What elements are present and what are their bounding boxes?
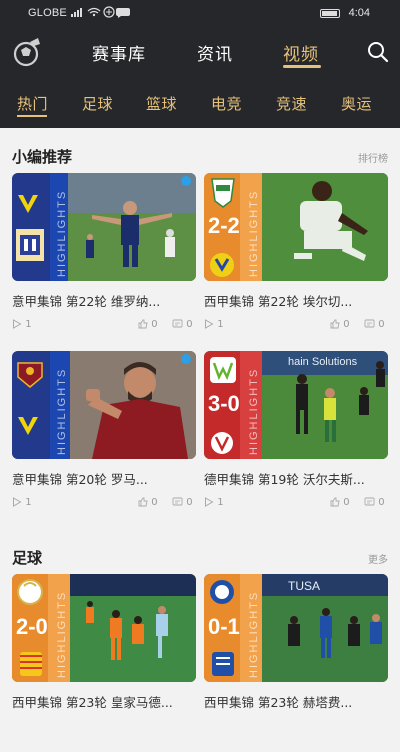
status-bar: GLOBE 4:04 xyxy=(0,0,400,26)
tab-news[interactable]: 资讯 xyxy=(197,40,233,65)
video-card[interactable]: 0-1 HIGHLIGHTS TUSA 西甲集锦 第23轮 赫塔费... xyxy=(204,574,388,752)
ranking-link[interactable]: 排行榜 xyxy=(358,150,388,165)
thumbs-up-icon xyxy=(330,319,340,329)
video-thumbnail[interactable]: HIGHLIGHTS xyxy=(12,351,196,459)
category-olympics[interactable]: 奥运 xyxy=(341,93,372,114)
match-score: 0-1 xyxy=(208,614,240,639)
play-count-value: 1 xyxy=(25,497,32,508)
video-title[interactable]: 意甲集锦 第22轮 维罗纳... xyxy=(12,291,196,310)
play-icon xyxy=(205,497,214,507)
highlights-label: HIGHLIGHTS xyxy=(248,189,260,277)
play-count-value: 1 xyxy=(25,319,32,330)
like-count[interactable]: 0 xyxy=(330,319,350,330)
video-card[interactable]: 2-0 HIGHLIGHTS 西甲集锦 第23轮 皇家马德... xyxy=(12,574,196,752)
video-thumbnail[interactable]: 3-0 HIGHLIGHTS hain Solutions xyxy=(204,351,388,459)
category-basketball[interactable]: 篮球 xyxy=(146,93,177,114)
signal-icon xyxy=(70,6,132,21)
play-icon xyxy=(205,319,214,329)
section-title: 小编推荐 xyxy=(12,148,73,166)
comment-count[interactable]: 0 xyxy=(364,319,385,330)
clock: 4:04 xyxy=(348,7,370,19)
play-count: 1 xyxy=(204,319,224,330)
video-meta: 1 0 0 xyxy=(204,319,388,333)
comment-count-value: 0 xyxy=(186,319,193,330)
video-thumbnail[interactable]: 2-0 HIGHLIGHTS xyxy=(12,574,196,682)
thumbs-up-icon xyxy=(138,497,148,507)
play-count-value: 1 xyxy=(217,319,224,330)
like-count-value: 0 xyxy=(343,319,350,330)
like-count[interactable]: 0 xyxy=(138,497,158,508)
comment-count-value: 0 xyxy=(378,497,385,508)
play-count: 1 xyxy=(12,319,32,330)
battery-icon xyxy=(320,9,340,18)
video-card[interactable]: HIGHLIGHTS 意甲集锦 第22轮 维罗纳... 1 0 0 xyxy=(12,173,196,351)
like-count[interactable]: 0 xyxy=(330,497,350,508)
video-thumbnail[interactable]: HIGHLIGHTS xyxy=(12,173,196,281)
play-icon xyxy=(13,319,22,329)
top-nav: 赛事库 资讯 视频 xyxy=(0,36,400,70)
like-count[interactable]: 0 xyxy=(138,319,158,330)
section-football-header: 足球 更多 xyxy=(0,541,400,569)
video-card[interactable]: 2-2 HIGHLIGHTS 西甲集锦 第22轮 埃尔切... 1 0 0 xyxy=(204,173,388,351)
video-title[interactable]: 西甲集锦 第23轮 赫塔费... xyxy=(204,692,388,711)
match-score: 2-2 xyxy=(208,213,240,238)
category-esports[interactable]: 电竞 xyxy=(211,93,242,114)
video-thumbnail[interactable]: 0-1 HIGHLIGHTS TUSA xyxy=(204,574,388,682)
active-tab-indicator xyxy=(283,65,321,68)
stadium-ad-text: TUSA xyxy=(288,579,321,593)
stadium-ad-text: hain Solutions xyxy=(288,356,358,368)
play-count: 1 xyxy=(204,497,224,508)
comment-count[interactable]: 0 xyxy=(172,497,193,508)
thumbs-up-icon xyxy=(330,497,340,507)
category-hot[interactable]: 热门 xyxy=(17,93,48,114)
match-score: 2-0 xyxy=(16,614,48,639)
like-count-value: 0 xyxy=(343,497,350,508)
tab-video[interactable]: 视频 xyxy=(283,40,319,65)
video-meta: 1 0 0 xyxy=(12,497,196,511)
comment-count-value: 0 xyxy=(186,497,193,508)
video-title[interactable]: 西甲集锦 第22轮 埃尔切... xyxy=(204,291,388,310)
video-thumbnail[interactable]: 2-2 HIGHLIGHTS xyxy=(204,173,388,281)
highlights-label: HIGHLIGHTS xyxy=(248,590,260,678)
video-meta: 1 0 0 xyxy=(204,497,388,511)
play-count: 1 xyxy=(12,497,32,508)
highlights-label: HIGHLIGHTS xyxy=(56,367,68,455)
comment-icon xyxy=(364,497,375,506)
comment-icon xyxy=(172,497,183,506)
comment-count[interactable]: 0 xyxy=(364,497,385,508)
highlights-label: HIGHLIGHTS xyxy=(56,189,68,277)
like-count-value: 0 xyxy=(151,319,158,330)
highlights-label: HIGHLIGHTS xyxy=(248,367,260,455)
video-meta: 1 0 0 xyxy=(12,319,196,333)
comment-count-value: 0 xyxy=(378,319,385,330)
play-icon xyxy=(13,497,22,507)
video-card[interactable]: 3-0 HIGHLIGHTS hain Solutions 德甲集锦 第19轮 … xyxy=(204,351,388,529)
match-score: 3-0 xyxy=(208,391,240,416)
category-bar: 热门 足球 篮球 电竞 竞速 奥运 xyxy=(0,88,400,118)
video-title[interactable]: 意甲集锦 第20轮 罗马... xyxy=(12,469,196,488)
category-racing[interactable]: 竞速 xyxy=(276,93,307,114)
thumbs-up-icon xyxy=(138,319,148,329)
section-editor-picks-header: 小编推荐 排行榜 xyxy=(0,140,400,168)
carrier-label: GLOBE xyxy=(28,7,67,19)
video-title[interactable]: 德甲集锦 第19轮 沃尔夫斯... xyxy=(204,469,388,488)
search-icon[interactable] xyxy=(366,40,390,64)
like-count-value: 0 xyxy=(151,497,158,508)
video-title[interactable]: 西甲集锦 第23轮 皇家马德... xyxy=(12,692,196,711)
active-category-indicator xyxy=(17,115,47,117)
more-link[interactable]: 更多 xyxy=(368,551,388,566)
section-title: 足球 xyxy=(12,549,43,567)
video-card[interactable]: HIGHLIGHTS 意甲集锦 第20轮 罗马... 1 0 0 xyxy=(12,351,196,529)
category-football[interactable]: 足球 xyxy=(82,93,113,114)
comment-icon xyxy=(364,319,375,328)
play-count-value: 1 xyxy=(217,497,224,508)
app-header: GLOBE 4:04 赛事库 资讯 视频 热门 足球 篮球 电竞 竞速 奥运 xyxy=(0,0,400,128)
comment-count[interactable]: 0 xyxy=(172,319,193,330)
highlights-label: HIGHLIGHTS xyxy=(56,590,68,678)
comment-icon xyxy=(172,319,183,328)
tab-match-library[interactable]: 赛事库 xyxy=(92,40,146,65)
